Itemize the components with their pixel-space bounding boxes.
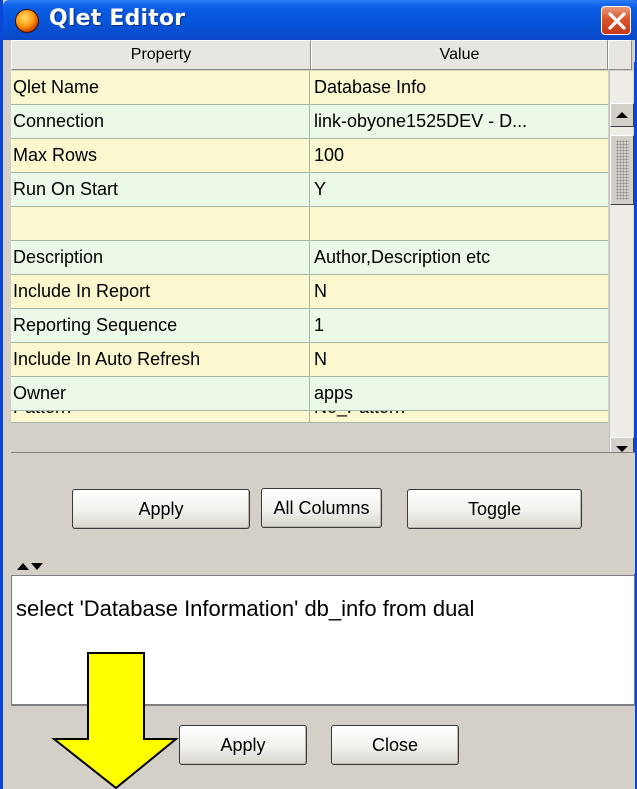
value-cell[interactable]: apps: [311, 377, 607, 410]
close-button[interactable]: Close: [331, 725, 459, 765]
close-icon: [608, 12, 626, 30]
scroll-up-arrow-icon: [616, 112, 628, 118]
column-header-corner: [608, 40, 632, 70]
table-row[interactable]: Pattern No_Pattern: [11, 411, 608, 423]
table-row[interactable]: Include In Report N: [11, 275, 608, 309]
table-row[interactable]: Max Rows 100: [11, 139, 608, 173]
close-window-button[interactable]: [601, 6, 631, 35]
property-cell[interactable]: [11, 207, 310, 240]
split-pane-divider[interactable]: [11, 560, 635, 574]
table-row[interactable]: Description Author,Description etc: [11, 241, 608, 275]
property-cell[interactable]: Qlet Name: [11, 71, 310, 104]
table-row[interactable]: Connection link-obyone1525DEV - D...: [11, 105, 608, 139]
value-cell[interactable]: Database Info: [311, 71, 607, 104]
property-cell[interactable]: Max Rows: [11, 139, 310, 172]
value-cell[interactable]: 1: [311, 309, 607, 342]
table-row[interactable]: Run On Start Y: [11, 173, 608, 207]
table-row[interactable]: Include In Auto Refresh N: [11, 343, 608, 377]
property-cell[interactable]: Connection: [11, 105, 310, 138]
value-cell[interactable]: N: [311, 343, 607, 376]
property-cell[interactable]: Description: [11, 241, 310, 274]
app-icon: [15, 9, 39, 33]
table-button-bar: Apply All Columns Toggle: [11, 452, 635, 560]
down-arrow-icon: [51, 652, 179, 789]
property-cell[interactable]: Run On Start: [11, 173, 310, 206]
scroll-up-button[interactable]: [610, 103, 634, 127]
scroll-grip-icon: [616, 140, 629, 200]
value-cell[interactable]: link-obyone1525DEV - D...: [311, 105, 607, 138]
scroll-thumb[interactable]: [610, 135, 634, 205]
property-cell[interactable]: Owner: [11, 377, 310, 410]
value-cell[interactable]: Author,Description etc: [311, 241, 607, 274]
value-cell[interactable]: Y: [311, 173, 607, 206]
table-row[interactable]: [11, 207, 608, 241]
property-cell[interactable]: Reporting Sequence: [11, 309, 310, 342]
property-table: Qlet Name Database Info Connection link-…: [11, 71, 608, 423]
window-title: Qlet Editor: [49, 6, 186, 31]
property-cell[interactable]: Include In Auto Refresh: [11, 343, 310, 376]
value-cell[interactable]: 100: [311, 139, 607, 172]
column-header-value[interactable]: Value: [311, 40, 608, 70]
table-row[interactable]: Reporting Sequence 1: [11, 309, 608, 343]
table-header: Property Value: [11, 40, 635, 70]
value-cell[interactable]: [311, 207, 607, 240]
value-cell[interactable]: N: [311, 275, 607, 308]
all-columns-button[interactable]: All Columns: [261, 488, 382, 528]
table-row[interactable]: Qlet Name Database Info: [11, 71, 608, 105]
table-row[interactable]: Owner apps: [11, 377, 608, 411]
apply-properties-button[interactable]: Apply: [72, 489, 250, 529]
property-cell[interactable]: Pattern: [11, 411, 310, 422]
apply-sql-button[interactable]: Apply: [179, 725, 307, 765]
property-cell[interactable]: Include In Report: [11, 275, 310, 308]
column-header-property[interactable]: Property: [11, 40, 311, 70]
value-cell[interactable]: No_Pattern: [311, 411, 607, 422]
table-vertical-scrollbar[interactable]: [609, 71, 634, 461]
title-bar[interactable]: Qlet Editor: [3, 0, 637, 40]
splitter-arrows-icon[interactable]: [15, 560, 45, 574]
toggle-button[interactable]: Toggle: [407, 489, 582, 529]
